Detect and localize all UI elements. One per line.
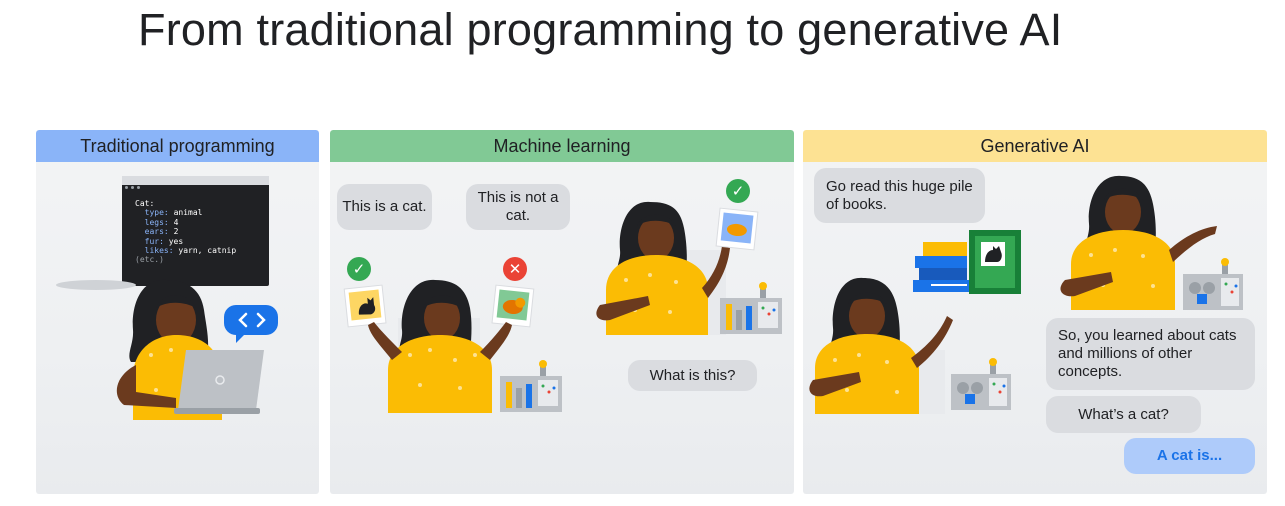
books-icon [913,242,969,292]
cat-photo-icon [715,207,759,251]
page-title: From traditional programming to generati… [138,4,1063,55]
robot-machine-icon [951,358,1011,410]
person-icon [368,279,512,413]
robot-machine-icon [1183,258,1243,310]
person-icon [809,277,953,414]
programmer-illustration [56,279,278,420]
genai-illustration [809,175,1243,414]
traditional-programming-panel: Traditional programming Cat: type: anima… [36,130,319,494]
machine-icon [720,282,782,334]
ml-illustration [343,201,782,413]
machine-icon [500,360,562,412]
code-brackets-icon [224,305,278,343]
dog-photo-icon [491,284,535,328]
machine-learning-panel: Machine learning This is a cat. This is … [330,130,794,494]
generative-ai-panel: Generative AI Go read this huge pile of … [803,130,1267,494]
cat-photo-icon [343,284,387,328]
cat-book-icon [969,230,1021,294]
person-icon [596,201,730,335]
laptop-icon [174,350,264,414]
